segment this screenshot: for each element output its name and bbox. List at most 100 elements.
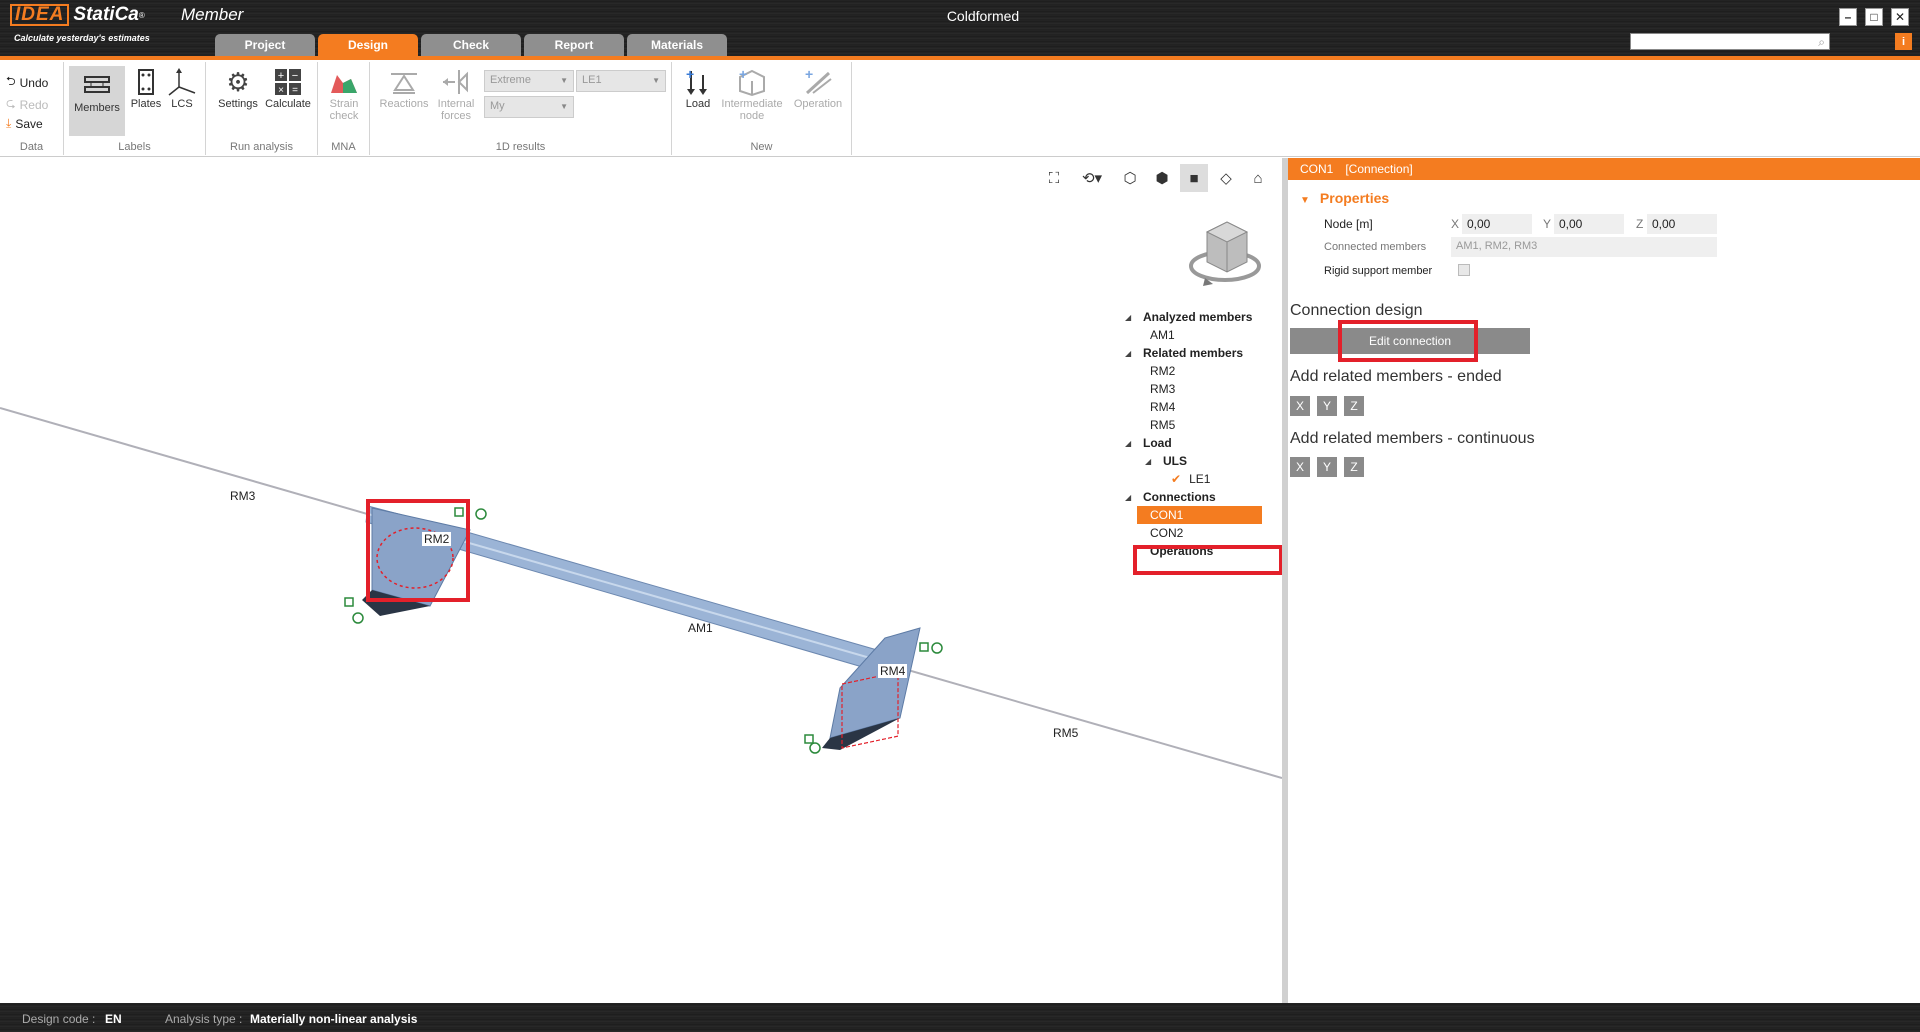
- panel-header: CON1 [Connection]: [1288, 158, 1920, 180]
- tree-item-con2[interactable]: CON2: [1150, 524, 1183, 542]
- add-continuous-x-button[interactable]: X: [1290, 457, 1310, 477]
- tree-item-le1[interactable]: ✔ LE1: [1171, 470, 1210, 488]
- undo-label: Undo: [19, 75, 49, 90]
- info-button[interactable]: i: [1895, 33, 1912, 50]
- rigid-support-checkbox[interactable]: [1458, 264, 1470, 276]
- tab-design[interactable]: Design: [318, 34, 418, 56]
- tree-label: Connections: [1143, 490, 1216, 504]
- operation-button[interactable]: + Operation: [788, 66, 848, 110]
- add-ended-y-button[interactable]: Y: [1317, 396, 1337, 416]
- tree-group-related[interactable]: ◢ Related members: [1125, 344, 1243, 362]
- load-button[interactable]: + Load: [678, 66, 718, 110]
- save-button[interactable]: ⤓ Save: [6, 116, 43, 131]
- svg-text:+: +: [805, 67, 813, 82]
- rigid-support-label: Rigid support member: [1324, 265, 1433, 277]
- info-icon: i: [1901, 35, 1906, 48]
- plates-button[interactable]: Plates: [128, 66, 164, 110]
- model-canvas: [0, 407, 1282, 779]
- collapse-icon: ◢: [1125, 492, 1132, 502]
- design-code-label: Design code :: [22, 1012, 96, 1026]
- node-y-field[interactable]: 0,00: [1554, 214, 1624, 234]
- edit-connection-button[interactable]: Edit connection: [1290, 328, 1530, 354]
- group-label-labels: Labels: [118, 141, 151, 153]
- search-input[interactable]: ⌕: [1630, 33, 1830, 50]
- connection-design-title: Connection design: [1290, 302, 1423, 319]
- svg-text:+: +: [278, 70, 284, 82]
- svg-text:×: ×: [278, 85, 284, 96]
- add-ended-x-button[interactable]: X: [1290, 396, 1310, 416]
- tree-item-rm4[interactable]: RM4: [1150, 398, 1175, 416]
- tree-item-am1[interactable]: AM1: [1150, 326, 1175, 344]
- node-x-field[interactable]: 0,00: [1462, 214, 1532, 234]
- intermediate-node-button[interactable]: + Intermediate node: [718, 66, 786, 122]
- my-dropdown[interactable]: My ▼: [484, 96, 574, 118]
- tab-report[interactable]: Report: [524, 34, 624, 56]
- 3d-viewport[interactable]: ⛶ ⟲▾ ⬡ ⬢ ■ ◇ ⌂ RM3 RM2 AM1 RM4 RM5 ◢ Ana…: [0, 158, 1283, 1003]
- reactions-button[interactable]: Reactions: [378, 66, 430, 110]
- tree-label: LE1: [1189, 472, 1211, 486]
- group-new: + Load + Intermediate node + Operation N…: [672, 62, 852, 155]
- tree-label: Analyzed members: [1143, 310, 1253, 324]
- add-continuous-y-button[interactable]: Y: [1317, 457, 1337, 477]
- strain-chart-icon: [329, 66, 359, 98]
- collapse-icon: ◢: [1145, 456, 1152, 466]
- label-rm5: RM5: [1053, 726, 1079, 740]
- load-arrows-icon: +: [683, 66, 713, 98]
- operation-label: Operation: [793, 98, 843, 110]
- strain-check-button[interactable]: Strain check: [326, 66, 362, 122]
- members-icon: [82, 70, 112, 102]
- my-value: My: [490, 100, 505, 112]
- settings-button[interactable]: ⚙ Settings: [214, 66, 262, 111]
- panel-header-kind: [Connection]: [1345, 162, 1413, 176]
- tree-item-rm2[interactable]: RM2: [1150, 362, 1175, 380]
- chevron-down-icon: ▼: [560, 102, 568, 111]
- member-rm2[interactable]: [371, 507, 471, 607]
- node-z-field[interactable]: 0,00: [1647, 214, 1717, 234]
- tree-group-analyzed[interactable]: ◢ Analyzed members: [1125, 308, 1252, 326]
- extreme-dropdown[interactable]: Extreme ▼: [484, 70, 574, 92]
- collapse-icon: ◢: [1125, 348, 1132, 358]
- properties-panel: CON1 [Connection] ▼ Properties Node [m] X …: [1288, 158, 1920, 1003]
- properties-section[interactable]: ▼ Properties: [1300, 190, 1389, 206]
- tree-item-operations[interactable]: Operations: [1150, 542, 1213, 560]
- tree-group-uls[interactable]: ◢ ULS: [1145, 452, 1187, 470]
- add-ended-z-button[interactable]: Z: [1344, 396, 1364, 416]
- tree-item-con1[interactable]: CON1: [1137, 506, 1262, 524]
- redo-label: Redo: [19, 97, 49, 112]
- undo-button[interactable]: ⮌ Undo: [6, 72, 48, 93]
- load-label: Load: [685, 98, 711, 110]
- internal-forces-button[interactable]: Internal forces: [430, 66, 482, 122]
- add-ended-title: Add related members - ended: [1290, 368, 1502, 385]
- tagline: Calculate yesterday's estimates: [14, 33, 150, 43]
- connected-members-field: AM1, RM2, RM3: [1451, 237, 1717, 257]
- lcs-axes-icon: [167, 66, 197, 98]
- extreme-value: Extreme: [490, 74, 531, 86]
- tree-group-load[interactable]: ◢ Load: [1125, 434, 1172, 452]
- tree-item-rm5[interactable]: RM5: [1150, 416, 1175, 434]
- strain-label: Strain: [329, 98, 359, 110]
- add-continuous-z-button[interactable]: Z: [1344, 457, 1364, 477]
- checkbox-checked-icon[interactable]: ✔: [1171, 472, 1181, 486]
- tab-project[interactable]: Project: [215, 34, 315, 56]
- load-case-value: LE1: [582, 74, 602, 86]
- tab-materials[interactable]: Materials: [627, 34, 727, 56]
- redo-button[interactable]: ⮎ Redo: [6, 94, 48, 115]
- minimize-button[interactable]: –: [1839, 8, 1857, 26]
- load-case-dropdown[interactable]: LE1 ▼: [576, 70, 666, 92]
- members-button[interactable]: Members: [69, 66, 125, 136]
- tree-item-rm3[interactable]: RM3: [1150, 380, 1175, 398]
- tree-group-connections[interactable]: ◢ Connections: [1125, 488, 1216, 506]
- svg-text:+: +: [739, 67, 747, 82]
- calculate-button[interactable]: + − × = Calculate: [262, 66, 314, 110]
- maximize-button[interactable]: □: [1865, 8, 1883, 26]
- lcs-button[interactable]: LCS: [164, 66, 200, 110]
- minimize-icon: –: [1844, 10, 1852, 24]
- tab-check[interactable]: Check: [421, 34, 521, 56]
- tree-label: Related members: [1143, 346, 1244, 360]
- group-label-data: Data: [19, 141, 44, 153]
- properties-title: Properties: [1319, 190, 1390, 206]
- close-button[interactable]: ✕: [1891, 8, 1909, 26]
- svg-text:=: =: [292, 85, 298, 96]
- logo-text: IDEA: [10, 4, 70, 26]
- add-continuous-title: Add related members - continuous: [1290, 430, 1535, 447]
